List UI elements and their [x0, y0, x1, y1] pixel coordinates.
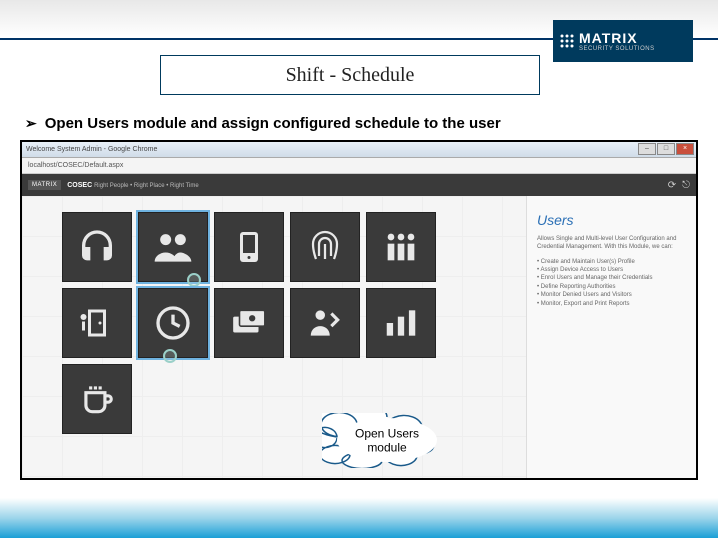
address-bar[interactable]: localhost/COSEC/Default.aspx: [22, 158, 696, 174]
side-list-item: Define Reporting Authorities: [537, 283, 686, 291]
module-tile-grid: [62, 212, 526, 434]
side-panel: Users Allows Single and Multi-level User…: [526, 196, 696, 478]
app-header: MATRIX COSEC Right People • Right Place …: [22, 174, 696, 196]
report-tile[interactable]: [366, 288, 436, 358]
instruction-bullet: ➢ Open Users module and assign configure…: [25, 115, 501, 132]
highlight-ring-icon: [163, 349, 177, 363]
payroll-tile[interactable]: [214, 288, 284, 358]
logo-dots-icon: [559, 33, 575, 49]
window-title: Welcome System Admin - Google Chrome: [26, 146, 157, 153]
maximize-button[interactable]: □: [657, 143, 675, 155]
org-tile[interactable]: [366, 212, 436, 282]
logo-subtext: SECURITY SOLUTIONS: [579, 46, 655, 52]
callout-line1: Open Users: [355, 426, 419, 440]
logout-icon[interactable]: ⎋: [682, 180, 690, 191]
side-list-item: Monitor Denied Users and Visitors: [537, 291, 686, 299]
slide-bottom-gradient: [0, 498, 718, 538]
slide-title: Shift - Schedule: [160, 55, 540, 95]
close-button[interactable]: ×: [676, 143, 694, 155]
app-brand: MATRIX: [28, 180, 61, 190]
minimize-button[interactable]: –: [638, 143, 656, 155]
access-tile[interactable]: [62, 288, 132, 358]
side-list-item: Enrol Users and Manage their Credentials: [537, 274, 686, 282]
highlight-ring-icon: [187, 273, 201, 287]
side-list-item: Assign Device Access to Users: [537, 266, 686, 274]
instruction-text: Open Users module and assign configured …: [45, 115, 501, 132]
time-tile[interactable]: [138, 288, 208, 358]
cafe-tile[interactable]: [62, 364, 132, 434]
admin-tile[interactable]: [62, 212, 132, 282]
side-list-item: Monitor, Export and Print Reports: [537, 300, 686, 308]
callout-bubble: Open Users module: [322, 413, 452, 468]
url-text: localhost/COSEC/Default.aspx: [28, 162, 123, 169]
side-list-item: Create and Maintain User(s) Profile: [537, 258, 686, 266]
side-panel-desc: Allows Single and Multi-level User Confi…: [537, 236, 686, 252]
refresh-icon[interactable]: ⟳: [668, 180, 676, 191]
browser-titlebar: Welcome System Admin - Google Chrome – □…: [22, 142, 696, 158]
side-panel-list: Create and Maintain User(s) ProfileAssig…: [537, 258, 686, 308]
side-panel-title: Users: [537, 212, 686, 228]
device-tile[interactable]: [214, 212, 284, 282]
callout-line2: module: [367, 441, 406, 455]
matrix-logo: MATRIX SECURITY SOLUTIONS: [553, 20, 693, 62]
visitor-tile[interactable]: [290, 288, 360, 358]
screenshot-window: Welcome System Admin - Google Chrome – □…: [20, 140, 698, 480]
logo-text: MATRIX: [579, 30, 655, 46]
window-controls: – □ ×: [638, 143, 694, 155]
app-tagline: Right People • Right Place • Right Time: [94, 183, 199, 189]
arrow-bullet-icon: ➢: [25, 115, 37, 132]
app-product: COSEC: [67, 182, 92, 189]
users-tile[interactable]: [138, 212, 208, 282]
biometric-tile[interactable]: [290, 212, 360, 282]
